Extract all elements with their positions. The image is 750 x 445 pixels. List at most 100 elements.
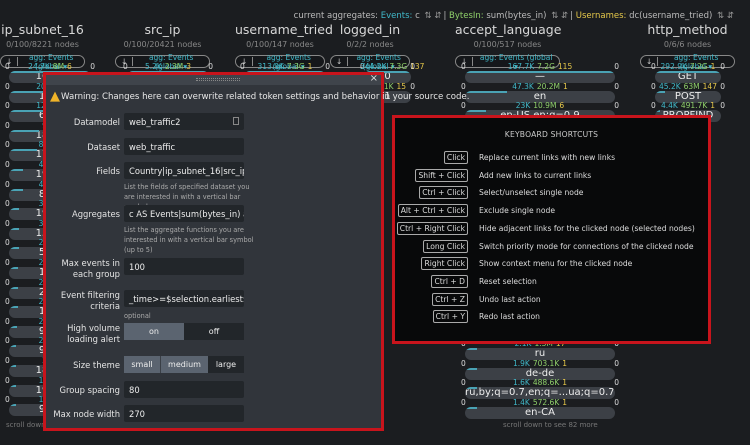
aggregates-input[interactable]: c AS Events|sum(bytes_in) as Byt — [124, 205, 244, 222]
max-events-input[interactable]: 100 — [124, 258, 244, 275]
events-value: 24.7K — [28, 62, 50, 71]
shortcut-key: Ctrl + Y — [432, 310, 468, 324]
scroll-note-accept-language[interactable]: scroll down to see 82 more — [503, 421, 598, 429]
sort-direction-icon[interactable]: ↓ — [336, 57, 349, 66]
close-icon[interactable]: × — [370, 73, 378, 84]
aggregates-label: Aggregates — [71, 209, 120, 219]
datamodel-input[interactable]: web_traffic2 — [124, 113, 244, 130]
node-aggregates: 344.2K 7.3G 137 — [360, 62, 424, 71]
size-medium[interactable]: medium — [161, 356, 208, 373]
shortcut-key: Alt + Ctrl + Click — [397, 204, 468, 218]
column-node-count: 0/100/20421 nodes — [123, 40, 202, 49]
node-proportion-bar — [465, 406, 477, 409]
node-aggregates: 24.7K 8M 6 — [5, 62, 95, 71]
filter-help: optional — [124, 312, 151, 320]
node-item[interactable]: 0 47.3K 20.2M 1 0 en — [461, 82, 619, 104]
filter-input[interactable]: _time>=$selection.earliest$ _time — [124, 290, 244, 307]
node-label: de-de — [525, 367, 555, 379]
node-aggregates: 313.9K 7.3G 1 — [240, 62, 330, 71]
size-small[interactable]: small — [124, 356, 162, 373]
out-count: 0 — [614, 81, 619, 91]
bytesin-value: 63M — [683, 81, 700, 91]
node-item[interactable]: 0 167.7K 7.2G 115 0— — [461, 62, 619, 84]
sort-icon[interactable]: ⇅ ⇵ — [425, 11, 442, 21]
events-value: 167.7K — [507, 62, 535, 71]
out-count: 0 — [90, 62, 95, 71]
events-value: 1.4K — [512, 397, 530, 407]
node-aggregates: 5.2K 2.3M 3 — [123, 62, 213, 71]
shortcut-description: Add new links to current links — [479, 170, 592, 180]
size-large[interactable]: large — [208, 356, 244, 373]
node-proportion-bar — [9, 129, 39, 132]
node-proportion-bar — [9, 404, 16, 407]
shortcuts-title: KEYBOARD SHORTCUTS — [504, 130, 599, 139]
datamodel-value: web_traffic2 — [129, 117, 181, 127]
out-count: 0 — [208, 62, 213, 71]
shortcut-description: Switch priority mode for connections of … — [479, 241, 694, 251]
warning-icon: ▲ — [50, 89, 60, 104]
width-input[interactable]: 270 — [124, 405, 244, 422]
node-item[interactable]: 0 1.4K 572.6K 1 0 en-CA — [461, 398, 619, 420]
sort-icon[interactable]: ⇅ ⇵ — [717, 11, 734, 21]
node-label: en-CA — [525, 406, 555, 418]
agg-usernames-func: dc(username_tried) — [629, 11, 713, 21]
node-proportion-bar — [465, 348, 477, 350]
fields-input[interactable]: Country|ip_subnet_16|src_ip|user — [124, 162, 244, 179]
usernames-value: 115 — [557, 62, 573, 71]
usernames-value: 6 — [67, 62, 72, 71]
shortcut-description: Replace current links with new links — [479, 153, 616, 162]
shortcut-row: Ctrl + Click Select/unselect single node — [395, 186, 708, 200]
alert-on[interactable]: on — [124, 323, 184, 340]
usernames-value: 1 — [307, 62, 313, 71]
column-name: http_method — [647, 22, 728, 37]
column-name: ip_subnet_16 — [1, 22, 84, 37]
shortcut-key: Ctrl + Z — [432, 292, 468, 306]
node-item[interactable]: 0 292.9K 7.2G 1 0 GET — [651, 62, 725, 84]
node-proportion-bar — [9, 384, 16, 387]
node-proportion-bar — [9, 247, 19, 250]
shortcut-row: Ctrl + Z Undo last action — [395, 292, 708, 306]
shortcut-description: Redo last action — [479, 312, 540, 322]
bytesin-value: 703.1K — [532, 358, 560, 368]
shortcut-key: Long Click — [423, 239, 468, 253]
spacing-input[interactable]: 80 — [124, 381, 244, 398]
list-icon[interactable] — [233, 117, 239, 125]
alert-off[interactable]: off — [184, 323, 244, 340]
size-theme-selector[interactable]: small medium large — [124, 356, 244, 373]
grip-icon[interactable] — [196, 78, 240, 81]
out-count: 0 — [720, 101, 725, 111]
usernames-value: 6 — [559, 101, 565, 111]
node-proportion-bar — [465, 71, 615, 73]
bytesin-value: 7.3G — [389, 62, 408, 71]
bytesin-value: 20.2M — [536, 81, 560, 91]
sort-icon[interactable]: ⇅ ⇵ — [551, 11, 568, 21]
node-proportion-bar — [655, 90, 666, 93]
node-label: ru,by;q=0.7,en;q=...ua;q=0.7,*;q=0.1 — [465, 387, 615, 398]
aggregates-label: current aggregates: — [293, 11, 379, 21]
node-proportion-bar — [655, 110, 661, 113]
column-name: accept_language — [455, 22, 562, 37]
usernames-value: 1 — [563, 81, 568, 91]
bytesin-value: 7.2G — [689, 62, 708, 71]
current-aggregates-bar: current aggregates: Events: c ⇅ ⇵ | Bytes… — [293, 11, 734, 21]
node-aggregates: 1.9K 703.1K 1 — [461, 359, 619, 368]
modal-drag-handle[interactable]: × — [46, 73, 381, 85]
keyboard-shortcuts-panel: KEYBOARD SHORTCUTS Click Replace current … — [392, 115, 711, 344]
fields-label: Fields — [96, 166, 120, 176]
node-item[interactable]: 0 45.2K 63M 147 0 POST — [651, 82, 725, 104]
node-bar[interactable]: en-CA — [465, 406, 615, 419]
shortcut-key: Click — [443, 151, 468, 164]
settings-modal: × ▲ Warning: Changes here can overwrite r… — [43, 72, 469, 431]
shortcut-row: Click Replace current links with new link… — [395, 151, 708, 164]
node-aggregates: 1.6K 488.6K 1 — [461, 378, 619, 387]
usernames-value: 147 — [702, 81, 717, 91]
dataset-input[interactable]: web_traffic — [124, 138, 244, 155]
bytesin-value: 7.3G — [286, 62, 305, 71]
usernames-value: 1 — [562, 358, 568, 368]
shortcut-row: Ctrl + Right Click Hide adjacent links fo… — [395, 221, 708, 235]
alert-toggle[interactable]: on off — [124, 323, 244, 340]
max-events-label: Max events in each group — [61, 258, 121, 279]
shortcut-description: Exclude single node — [479, 206, 556, 216]
node-proportion-bar — [9, 325, 17, 328]
events-value: 292.9K — [660, 62, 687, 71]
